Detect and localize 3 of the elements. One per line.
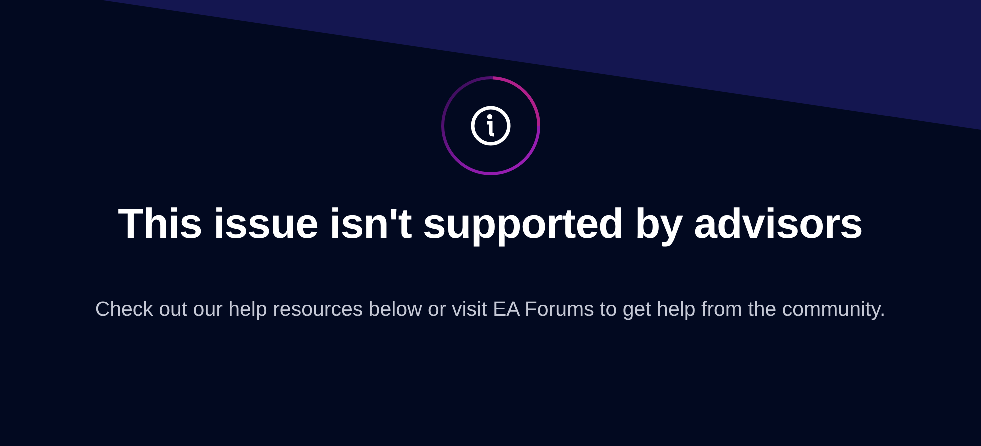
page-title: This issue isn't supported by advisors xyxy=(118,199,863,249)
help-message: Check out our help resources below or visit EA Forums to get help from the community. xyxy=(94,297,887,323)
info-icon xyxy=(441,76,540,176)
